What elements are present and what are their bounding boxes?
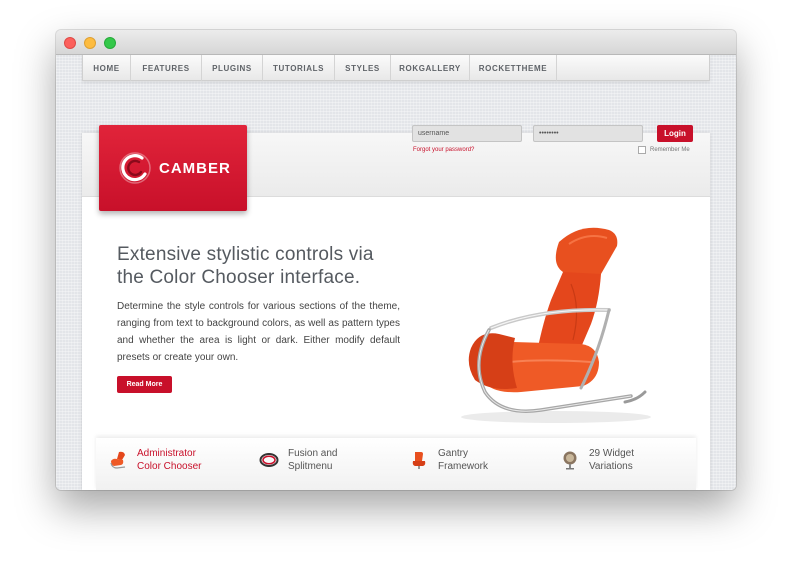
nav-item-plugins[interactable]: PLUGINS [202, 55, 263, 81]
ring-icon [259, 453, 279, 467]
nav-item-tutorials[interactable]: TUTORIALS [263, 55, 335, 81]
features-strip: Administrator Color Chooser Fusion and S… [96, 438, 696, 490]
close-window-button[interactable] [64, 37, 76, 49]
feature-widget-variations-line-1: 29 Widget [589, 448, 635, 459]
feature-gantry-framework-line-2: Framework [438, 461, 489, 472]
main-nav: HOME FEATURES PLUGINS TUTORIALS STYLES R… [82, 55, 710, 81]
title-bar [56, 30, 736, 55]
forgot-password-link[interactable]: Forgot your password? [413, 147, 474, 153]
password-field[interactable] [533, 125, 643, 142]
hero-headline-line-2: the Color Chooser interface. [117, 267, 361, 288]
login-button[interactable]: Login [657, 125, 693, 142]
feature-fusion-splitmenu-line-2: Splitmenu [288, 461, 333, 472]
nav-item-features[interactable]: FEATURES [131, 55, 202, 81]
hero-headline-line-1: Extensive stylistic controls via [117, 244, 374, 265]
chair-icon [110, 451, 126, 469]
brand-name: CAMBER [159, 159, 231, 177]
seat-icon [412, 452, 426, 469]
feature-fusion-splitmenu-line-1: Fusion and [288, 448, 338, 459]
feature-color-chooser-line-2: Color Chooser [137, 461, 202, 472]
read-more-button[interactable]: Read More [117, 376, 172, 393]
camber-swirl-icon [119, 152, 151, 184]
minimize-window-button[interactable] [84, 37, 96, 49]
feature-widget-variations-line-2: Variations [589, 461, 633, 472]
feature-color-chooser-line-1: Administrator [137, 448, 196, 459]
feature-gantry-framework[interactable]: Gantry Framework [409, 438, 488, 482]
browser-window: HOME FEATURES PLUGINS TUTORIALS STYLES R… [56, 30, 736, 490]
nav-item-styles[interactable]: STYLES [335, 55, 391, 81]
nav-item-rokgallery[interactable]: ROKGALLERY [391, 55, 470, 81]
username-field[interactable] [412, 125, 522, 142]
feature-gantry-framework-line-1: Gantry [438, 448, 469, 459]
remember-me-label: Remember Me [650, 147, 690, 153]
nav-item-home[interactable]: HOME [83, 55, 131, 81]
lounge-chair-image [461, 227, 651, 423]
hero-body-text: Determine the style controls for various… [117, 301, 400, 363]
remember-me-checkbox[interactable] [638, 146, 646, 154]
stool-icon [563, 451, 577, 470]
camber-logo[interactable]: CAMBER [99, 125, 247, 211]
maximize-window-button[interactable] [104, 37, 116, 49]
nav-item-rockettheme[interactable]: ROCKETTHEME [470, 55, 557, 81]
feature-fusion-splitmenu[interactable]: Fusion and Splitmenu [259, 438, 337, 482]
hero-headline: Extensive stylistic controls via the Col… [117, 243, 417, 289]
feature-color-chooser[interactable]: Administrator Color Chooser [108, 438, 201, 482]
feature-widget-variations[interactable]: 29 Widget Variations [560, 438, 634, 482]
